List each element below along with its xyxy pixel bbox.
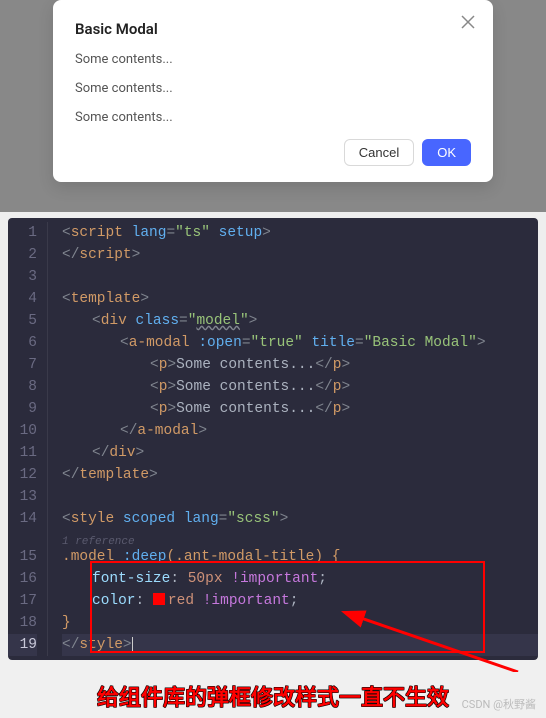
code-line: </script> [62,244,538,266]
code-line [62,486,538,508]
code-line: <script lang="ts" setup> [62,222,538,244]
reference-hint: 1 reference [62,530,538,546]
modal-text-3: Some contents... [75,110,471,125]
close-icon[interactable] [461,14,475,33]
code-line: color: red !important; [62,590,538,612]
code-line: </a-modal> [62,420,538,442]
editor-container: 12345678910111213141516171819 <script la… [0,212,546,660]
modal-text-1: Some contents... [75,52,471,67]
code-line-active: </style> [62,634,538,656]
code-line: } [62,612,538,634]
modal-content: Some contents... Some contents... Some c… [75,52,471,125]
modal-title: Basic Modal [75,20,471,38]
modal-text-2: Some contents... [75,81,471,96]
modal-backdrop: Basic Modal Some contents... Some conten… [0,0,546,212]
code-line: <p>Some contents...</p> [62,354,538,376]
line-gutter: 12345678910111213141516171819 [8,222,48,656]
code-editor[interactable]: 12345678910111213141516171819 <script la… [8,218,538,660]
modal-footer: Cancel OK [75,139,471,166]
code-line: font-size: 50px !important; [62,568,538,590]
modal-dialog: Basic Modal Some contents... Some conten… [53,0,493,182]
code-line: </div> [62,442,538,464]
watermark: CSDN @秋野酱 [462,696,536,712]
caption-text: 给组件库的弹框修改样式一直不生效 CSDN @秋野酱 [0,660,546,718]
code-line [62,266,538,288]
code-line: .model :deep(.ant-modal-title) { [62,546,538,568]
ok-button[interactable]: OK [422,139,471,166]
cancel-button[interactable]: Cancel [344,139,414,166]
color-swatch-icon [153,593,165,605]
code-content[interactable]: <script lang="ts" setup> </script> <temp… [48,222,538,656]
code-line: <style scoped lang="scss"> [62,508,538,530]
code-line: <a-modal :open="true" title="Basic Modal… [62,332,538,354]
code-line: </template> [62,464,538,486]
code-line: <p>Some contents...</p> [62,376,538,398]
code-line: <template> [62,288,538,310]
code-line: <p>Some contents...</p> [62,398,538,420]
code-line: <div class="model"> [62,310,538,332]
